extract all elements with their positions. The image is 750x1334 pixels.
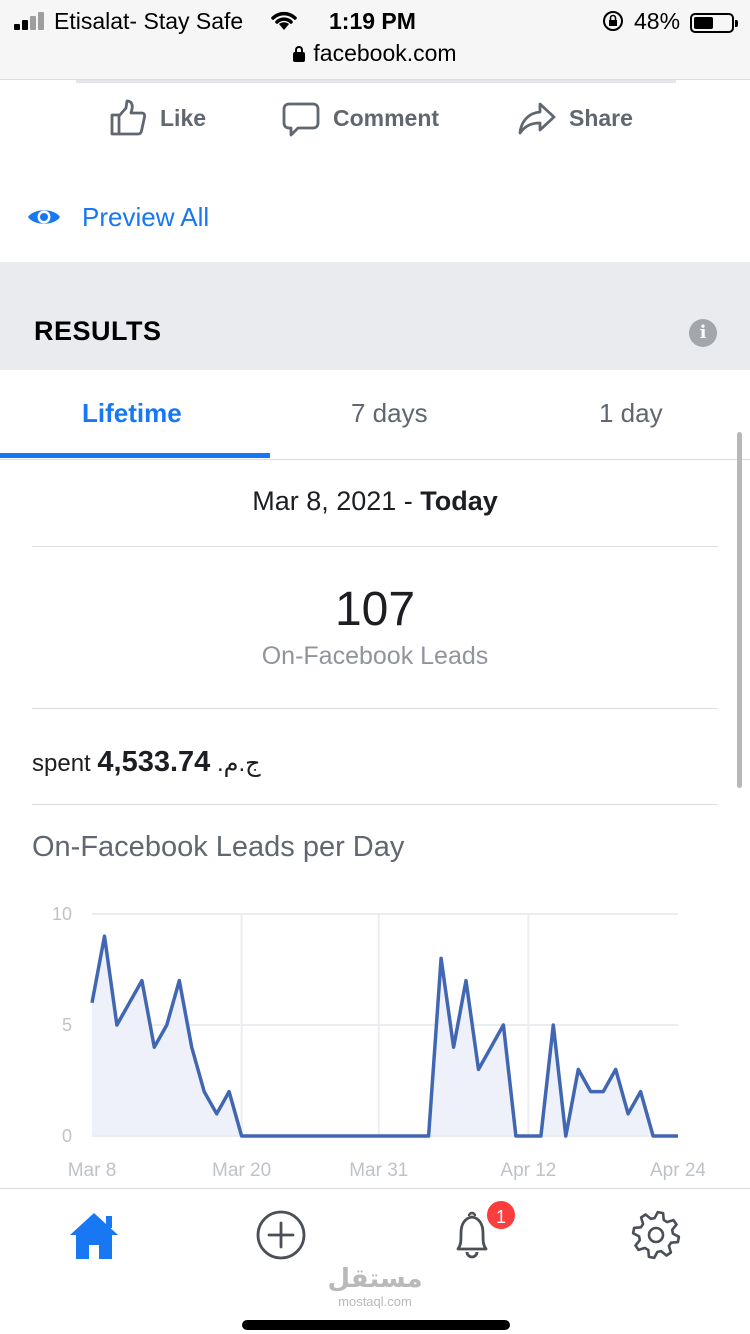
x-tick-label: Apr 24 — [650, 1160, 706, 1181]
signal-strength-icon — [14, 12, 48, 30]
divider — [32, 804, 718, 805]
tab-lifetime[interactable]: Lifetime — [82, 398, 182, 429]
home-indicator[interactable] — [242, 1320, 510, 1330]
battery-icon — [690, 13, 738, 33]
settings-tab[interactable] — [626, 1207, 686, 1263]
y-tick-label: 5 — [62, 1015, 72, 1035]
spent-amount: 4,533.74 — [97, 746, 211, 778]
wifi-icon — [271, 11, 297, 30]
info-icon[interactable]: i — [689, 319, 717, 347]
x-tick-label: Mar 31 — [349, 1160, 408, 1181]
home-tab[interactable] — [64, 1207, 124, 1263]
like-button[interactable]: Like — [108, 98, 206, 138]
tab-7-days[interactable]: 7 days — [351, 398, 428, 429]
share-label: Share — [569, 104, 633, 131]
leads-per-day-chart: 0 5 10 Mar 8 Mar 20 Mar 31 Apr 12 Apr 24 — [52, 904, 706, 1181]
home-icon — [70, 1213, 118, 1259]
leads-count: 107 — [334, 583, 416, 636]
y-tick-label: 0 — [62, 1126, 72, 1146]
padlock-icon — [293, 46, 306, 62]
results-header: RESULTS i — [0, 262, 750, 370]
preview-all-label: Preview All — [82, 201, 210, 232]
address-bar[interactable]: facebook.com — [0, 40, 750, 67]
like-label: Like — [160, 104, 207, 131]
amount-spent: spent ج.م. 4,533.74 — [32, 746, 261, 779]
eye-icon — [28, 210, 60, 224]
spent-word: spent — [32, 750, 91, 777]
date-range-start: Mar 8, 2021 - — [252, 486, 421, 516]
thumbs-up-icon — [110, 99, 147, 136]
y-tick-label: 10 — [52, 904, 72, 924]
active-tab-indicator — [0, 453, 270, 458]
rotation-lock-icon — [603, 11, 623, 31]
share-icon — [518, 102, 556, 135]
chart-title: On-Facebook Leads per Day — [32, 831, 405, 863]
series-area — [92, 936, 678, 1136]
gear-icon — [631, 1210, 681, 1260]
share-button[interactable]: Share — [517, 98, 633, 138]
watermark-latin: mostaql.com — [338, 1294, 412, 1309]
divider — [32, 546, 718, 547]
comment-label: Comment — [333, 104, 440, 131]
post-actions: Like Comment Share — [0, 88, 750, 144]
notification-badge: 1 — [485, 1199, 517, 1231]
tab-1-day[interactable]: 1 day — [599, 398, 663, 429]
comment-button[interactable]: Comment — [281, 98, 439, 138]
leads-label: On-Facebook Leads — [261, 642, 489, 670]
watermark-arabic: مستقل — [327, 1264, 423, 1294]
date-range: Mar 8, 2021 - Today — [0, 486, 750, 517]
create-tab[interactable] — [251, 1207, 311, 1263]
watermark: مستقل mostaql.com — [300, 1264, 450, 1309]
divider — [76, 80, 676, 83]
bottom-nav: 1 مستقل mostaql.com — [0, 1188, 750, 1334]
comment-icon — [282, 102, 320, 137]
date-range-end: Today — [420, 486, 498, 516]
clock: 1:19 PM — [329, 8, 416, 34]
results-title: RESULTS — [34, 316, 162, 346]
battery-percentage: 48% — [634, 8, 681, 34]
url-text: facebook.com — [313, 40, 457, 66]
status-bar: Etisalat- Stay Safe 1:19 PM 48% facebook… — [0, 0, 750, 80]
divider — [32, 708, 718, 709]
x-tick-label: Mar 8 — [68, 1160, 117, 1181]
preview-all-link[interactable]: Preview All — [26, 195, 209, 239]
add-icon — [256, 1210, 306, 1260]
carrier-name: Etisalat- Stay Safe — [54, 8, 244, 34]
x-tick-label: Mar 20 — [212, 1160, 271, 1181]
time-range-tabs: Lifetime 7 days 1 day — [0, 370, 750, 460]
spent-currency: ج.م. — [216, 750, 261, 777]
x-tick-label: Apr 12 — [500, 1160, 556, 1181]
